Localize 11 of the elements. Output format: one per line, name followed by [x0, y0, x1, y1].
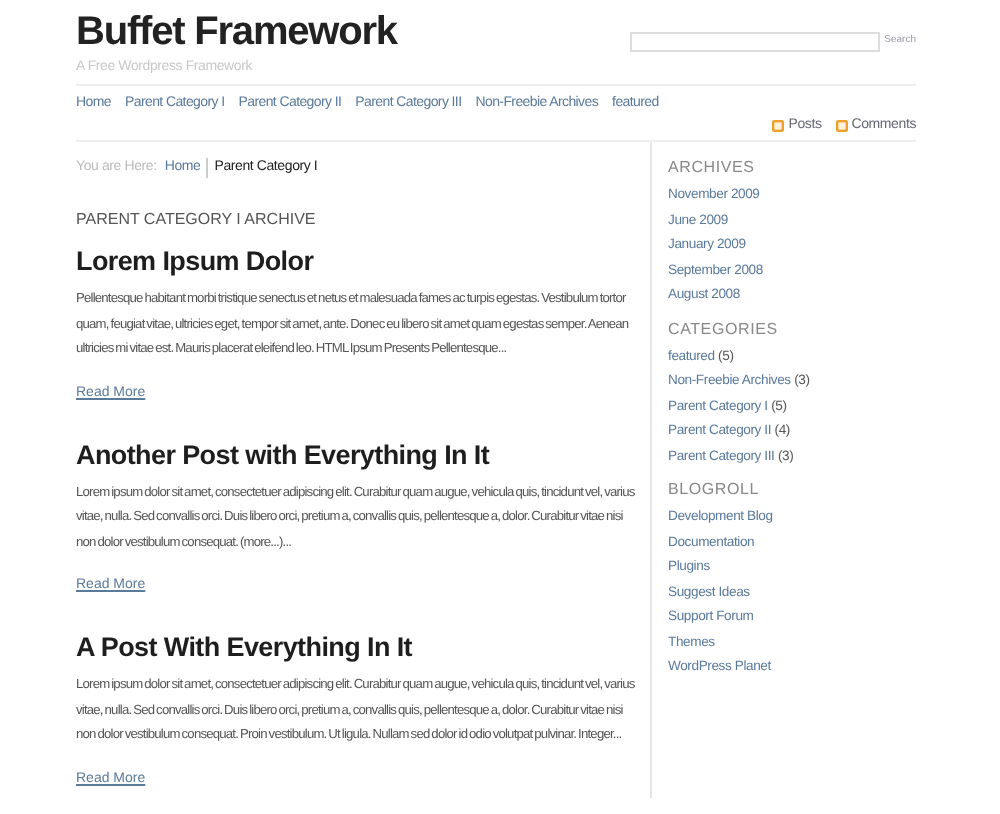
- post-title[interactable]: A Post With Everything In It: [76, 632, 650, 664]
- site-title: Buffet Framework: [76, 10, 397, 54]
- sidebar-heading: ARCHIVES: [668, 158, 757, 178]
- archive-heading: PARENT CATEGORY I ARCHIVE: [76, 210, 318, 230]
- post-title[interactable]: Lorem Ipsum Dolor: [76, 246, 650, 278]
- post-title[interactable]: Another Post with Everything In It: [76, 439, 650, 471]
- sidebar-heading: BLOGROLL: [668, 480, 762, 500]
- sidebar-heading: CATEGORIES: [668, 319, 780, 339]
- search-field[interactable]: [630, 32, 881, 52]
- rss-icon: [835, 120, 848, 132]
- rss-icon: [772, 120, 785, 132]
